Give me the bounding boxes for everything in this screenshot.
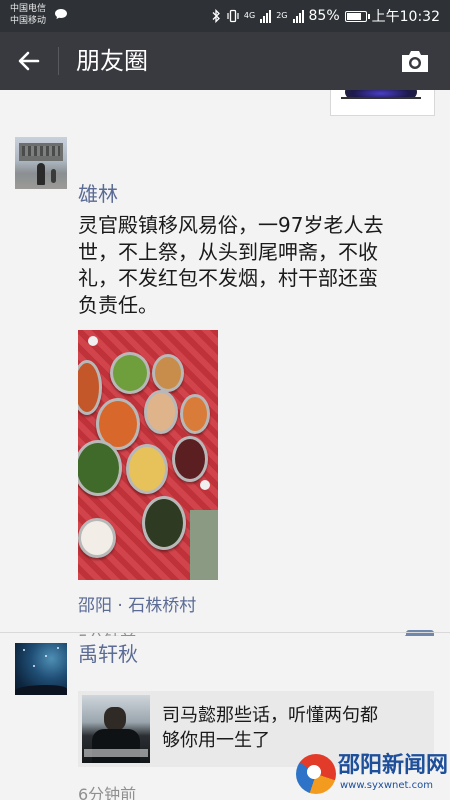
photo-bowl (152, 354, 184, 392)
avatar-star (45, 655, 47, 657)
signal-icon (260, 9, 272, 23)
avatar-star (23, 649, 25, 651)
avatar-figure (51, 169, 56, 183)
carrier-1: 中国电信 (10, 4, 47, 14)
shared-title-line: 够你用一生了 (162, 730, 270, 751)
carrier-2: 中国移动 (10, 16, 47, 26)
clock: 上午10:32 (371, 9, 440, 25)
avatar-hill (15, 685, 67, 695)
post-photo[interactable] (78, 330, 218, 580)
photo-bowl (110, 352, 150, 394)
battery-level (346, 12, 362, 20)
arrow-left-icon[interactable] (14, 46, 44, 76)
network-type-1: 4G (243, 11, 256, 20)
photo-bowl (126, 444, 168, 494)
nav-bar: 朋友圈 (0, 32, 450, 90)
photo-bowl (78, 518, 116, 558)
post-text-line: 负责任。 (78, 292, 158, 317)
moment-post: 雄林 灵官殿镇移风易俗，一97岁老人去 世，不上祭，从头到尾呷斋，不收 礼，不发… (0, 130, 450, 650)
post-text-line: 灵官殿镇移风易俗，一97岁老人去 (78, 213, 384, 237)
thumbnail-head (104, 707, 126, 731)
shared-article-title: 司马懿那些话，听懂两句都 够你用一生了 (162, 703, 428, 753)
avatar[interactable] (15, 643, 67, 695)
vibrate-icon (227, 9, 239, 23)
photo-bowl (172, 436, 208, 482)
photo-ground (190, 510, 218, 580)
photo-spoon (200, 480, 210, 490)
site-watermark: 邵阳新闻网 www.syxwnet.com (296, 752, 449, 798)
avatar-building (19, 143, 63, 161)
watermark-url: www.syxwnet.com (340, 780, 433, 791)
author-name[interactable]: 雄林 (78, 180, 118, 208)
nav-divider (58, 47, 59, 75)
photo-bowl (180, 394, 210, 434)
post-text-line: 礼，不发红包不发烟，村干部还蛮 (78, 266, 378, 290)
camera-icon[interactable] (400, 48, 430, 74)
chat-bubble-icon (55, 9, 67, 19)
page-title: 朋友圈 (76, 47, 148, 75)
avatar[interactable] (15, 137, 67, 189)
signal-2-icon (292, 9, 304, 23)
shared-title-line: 司马懿那些话，听懂两句都 (162, 705, 378, 726)
post-text-line: 世，不上祭，从头到尾呷斋，不收 (78, 239, 378, 264)
watermark-name: 邵阳新闻网 (338, 753, 449, 778)
previous-post-image[interactable] (330, 90, 435, 116)
author-name[interactable]: 禹轩秋 (78, 640, 138, 668)
photo-spoon (88, 336, 98, 346)
moments-feed[interactable]: 雄林 灵官殿镇移风易俗，一97岁老人去 世，不上祭，从头到尾呷斋，不收 礼，不发… (0, 90, 450, 800)
carrier-labels: 中国电信 中国移动 (10, 3, 46, 27)
shared-article-thumbnail (82, 695, 150, 763)
battery-icon (344, 10, 370, 22)
network-type-2: 2G (276, 11, 288, 20)
thumbnail-body (92, 729, 140, 763)
battery-percent: 85% (308, 8, 340, 24)
avatar-star (57, 647, 59, 649)
photo-bowl (142, 496, 186, 550)
bluetooth-icon (212, 9, 220, 23)
previous-image-bar (341, 97, 421, 99)
photo-bowl (144, 390, 178, 434)
avatar-figure (37, 163, 45, 185)
post-location[interactable]: 邵阳 · 石株桥村 (78, 594, 196, 618)
status-icons: 4G 2G 85% 上午10:32 (210, 6, 440, 26)
site-logo-icon (296, 754, 336, 794)
avatar-star (33, 665, 35, 667)
thumbnail-caption (84, 749, 148, 757)
post-time: 6分钟前 (78, 785, 137, 800)
status-bar: 中国电信 中国移动 4G 2G 85% 上午10:32 (0, 0, 450, 32)
post-text: 灵官殿镇移风易俗，一97岁老人去 世，不上祭，从头到尾呷斋，不收 礼，不发红包不… (78, 212, 434, 318)
post-divider (0, 632, 450, 633)
